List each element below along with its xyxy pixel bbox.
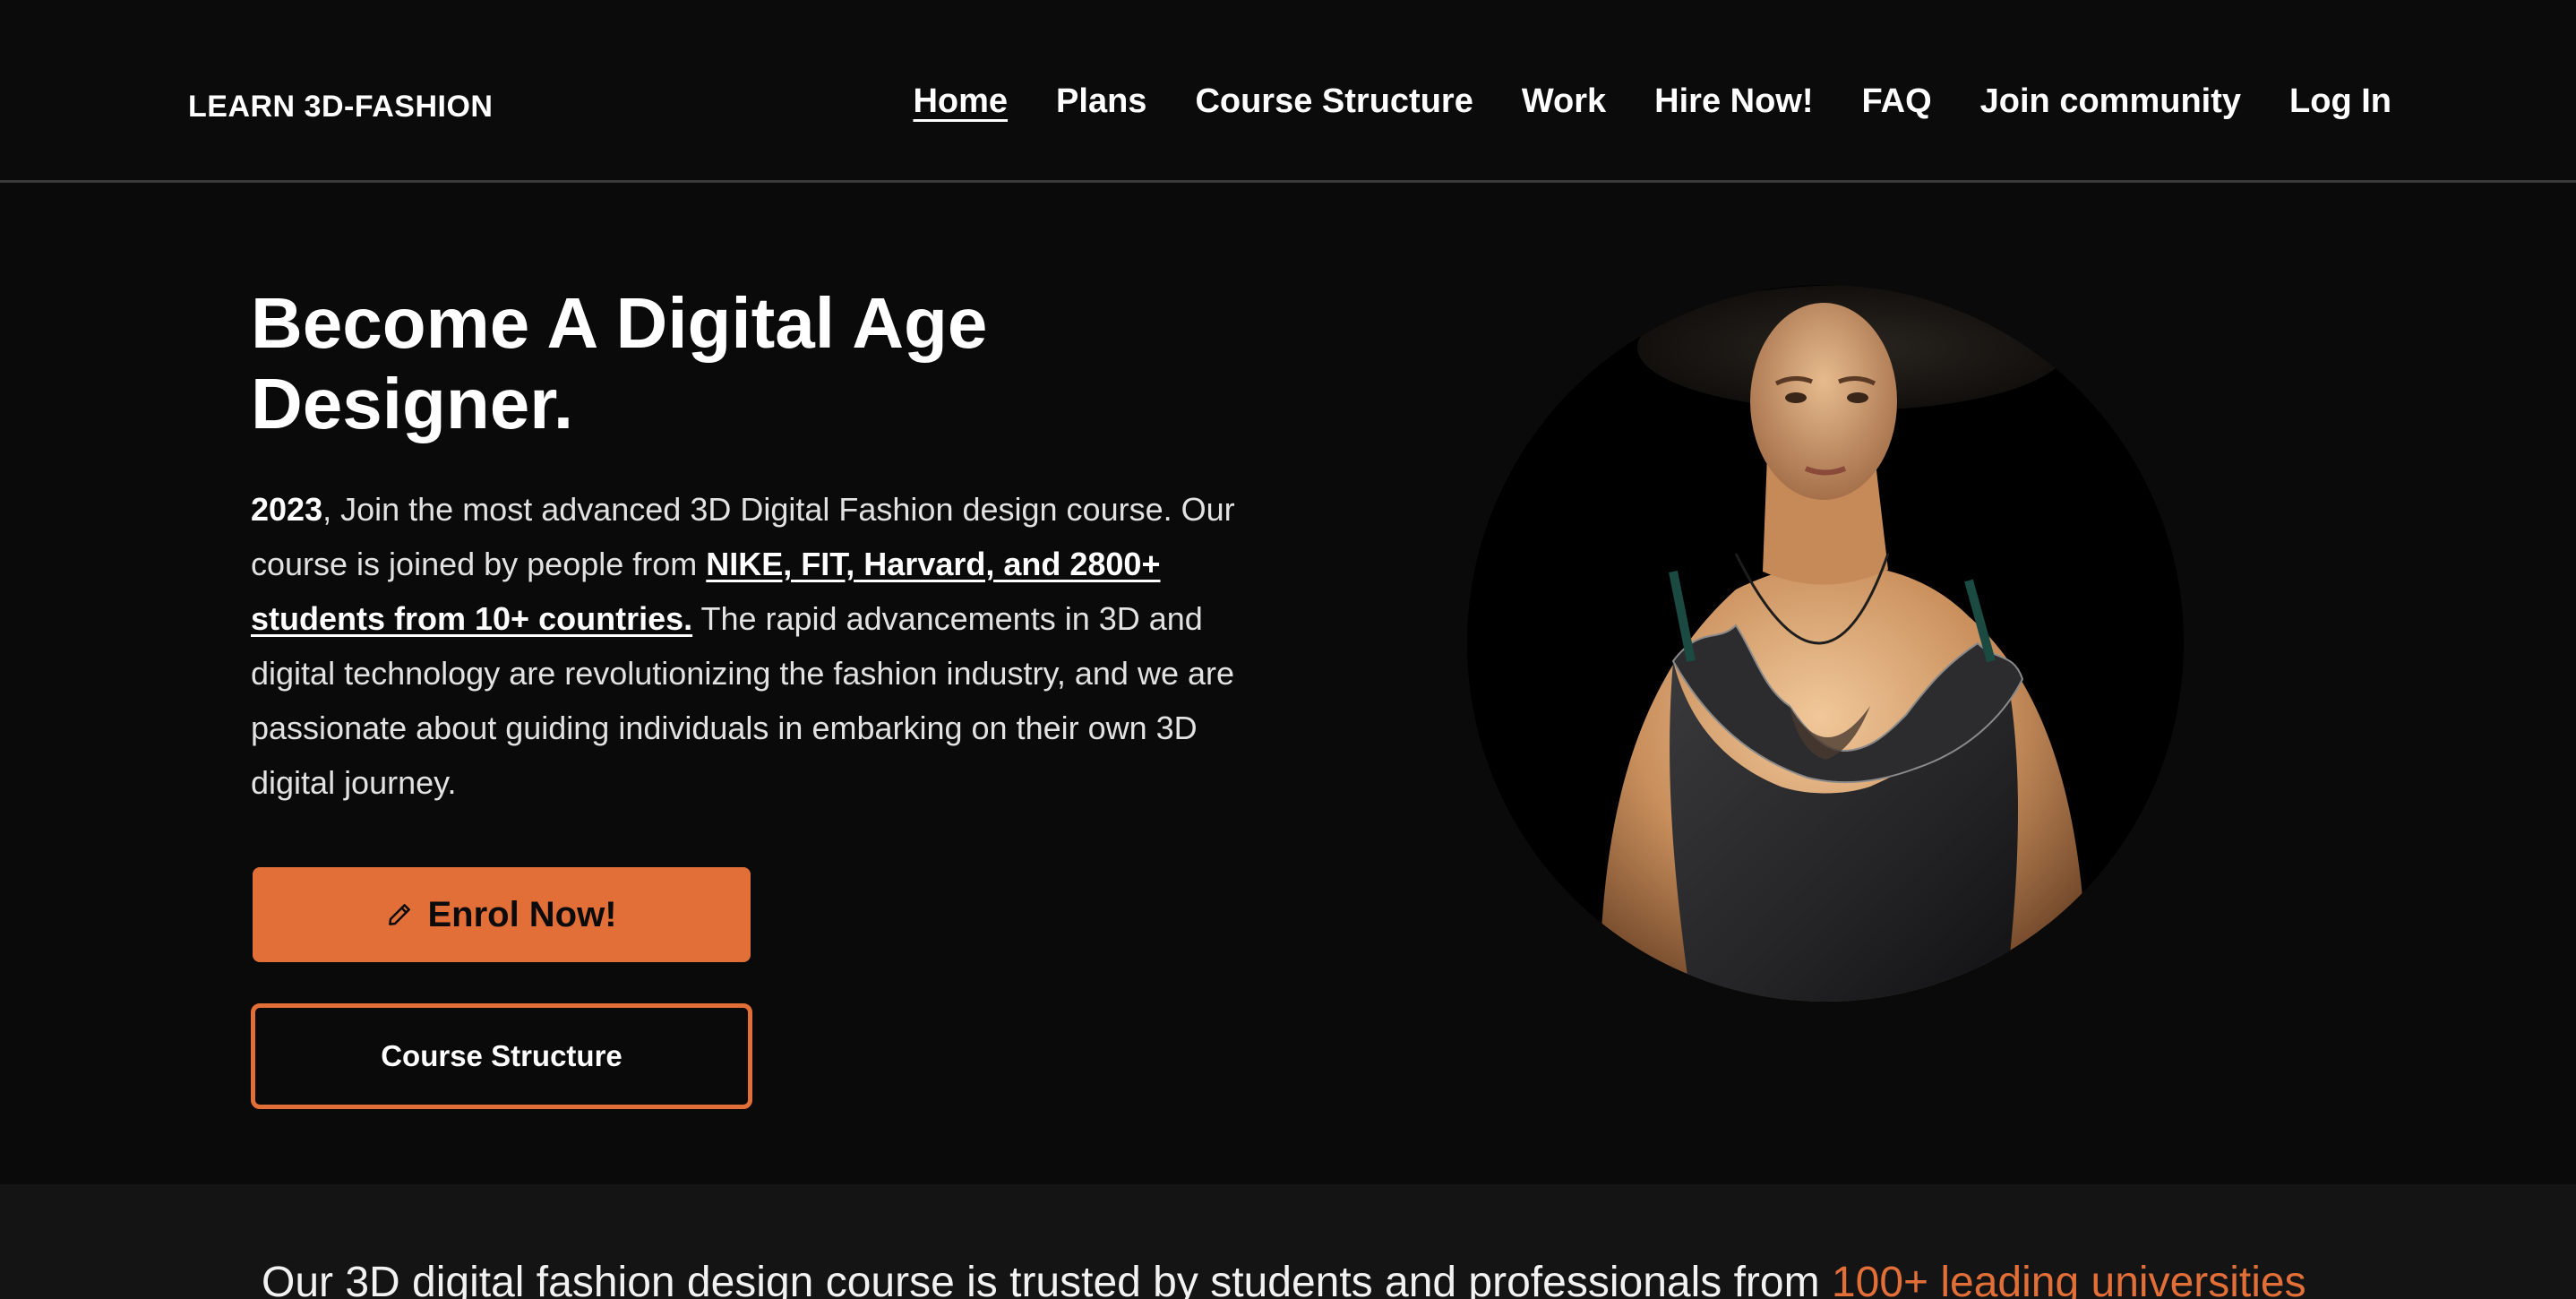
trusted-by-highlight: 100+ leading universities: [1831, 1259, 2306, 1299]
nav-link-plans[interactable]: Plans: [1056, 82, 1146, 121]
nav-link-join-community[interactable]: Join community: [1980, 82, 2241, 121]
trusted-by-section: Our 3D digital fashion design course is …: [0, 1184, 2576, 1299]
trusted-by-lead: Our 3D digital fashion design course is …: [262, 1259, 1832, 1299]
nav-link-course-structure[interactable]: Course Structure: [1195, 82, 1473, 121]
hero-description: 2023, Join the most advanced 3D Digital …: [251, 482, 1272, 810]
nav-link-hire-now[interactable]: Hire Now!: [1654, 82, 1813, 121]
main-nav: Home Plans Course Structure Work Hire No…: [913, 82, 2391, 121]
hero-title: Become A Digital Age Designer.: [251, 283, 988, 443]
nav-link-home[interactable]: Home: [913, 82, 1008, 121]
enrol-now-button[interactable]: Enrol Now!: [253, 867, 751, 962]
pencil-icon: [386, 901, 413, 928]
enrol-now-label: Enrol Now!: [427, 894, 617, 934]
nav-link-faq[interactable]: FAQ: [1862, 82, 1932, 121]
nav-link-log-in[interactable]: Log In: [2289, 82, 2391, 121]
site-logo[interactable]: LEARN 3D-FASHION: [188, 90, 493, 125]
trusted-by-text: Our 3D digital fashion design course is …: [262, 1256, 2306, 1299]
top-navbar: LEARN 3D-FASHION Home Plans Course Struc…: [0, 0, 2576, 183]
hero-year: 2023: [251, 491, 323, 528]
page: LEARN 3D-FASHION Home Plans Course Struc…: [0, 0, 2576, 1299]
course-structure-button[interactable]: Course Structure: [251, 1003, 752, 1109]
nav-link-work[interactable]: Work: [1522, 82, 1606, 121]
hero-model-image: [1467, 285, 2184, 1002]
